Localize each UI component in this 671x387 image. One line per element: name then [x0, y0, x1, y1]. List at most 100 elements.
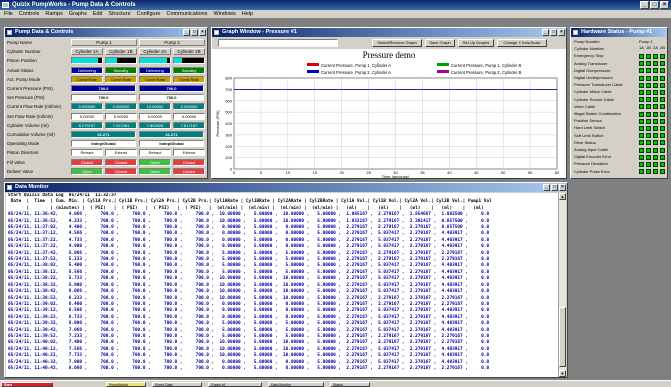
cylinder-value-field[interactable]: Open	[71, 167, 103, 175]
piston-position-fill	[106, 58, 117, 64]
pump-value-field[interactable]: Indep/Global	[139, 140, 204, 148]
taskbar-item[interactable]: Status	[330, 382, 370, 387]
status-led-icon	[646, 104, 651, 110]
menu-item-help[interactable]: Help	[242, 10, 253, 18]
menu-item-graphs[interactable]: Graphs	[69, 10, 87, 18]
taskbar-item[interactable]: PumpWorks	[106, 382, 146, 387]
status-led-icon	[639, 118, 644, 124]
cylinder-value-field: 7.227451	[105, 121, 137, 129]
scroll-down-arrow-icon[interactable]: ▼	[559, 370, 566, 377]
y-tick-label: 500	[225, 110, 232, 115]
status-led-icon	[653, 169, 658, 175]
minimize-button[interactable]: _	[543, 184, 550, 191]
cylinder-value-field[interactable]: Closed	[71, 158, 103, 166]
cylinder-value-field[interactable]: Open	[139, 167, 171, 175]
maximize-button[interactable]: □	[191, 29, 198, 36]
minimize-button[interactable]: _	[183, 29, 190, 36]
save-graph-button[interactable]: Save Graph	[425, 39, 455, 47]
close-button[interactable]: ×	[559, 184, 566, 191]
set-up-graphs-button[interactable]: Set Up Graphs	[458, 39, 494, 47]
pump-value-field[interactable]: Indep/Global	[71, 140, 136, 148]
cylinder-value-field[interactable]: 5.00000	[173, 112, 205, 120]
menu-item-ramps[interactable]: Ramps	[45, 10, 62, 18]
taskbar-item[interactable]: Data Monitor	[268, 382, 324, 387]
maximize-button[interactable]: □	[551, 184, 558, 191]
status-label: Digital Overpressure	[574, 67, 611, 73]
cylinder-value-field: Delivering	[139, 66, 171, 74]
cylinder-value-field[interactable]: 5.00000	[139, 112, 171, 120]
cylinder-value-field[interactable]: 5.00000	[105, 112, 137, 120]
scroll-thumb[interactable]	[559, 307, 566, 367]
data-log-header: Date | Time | Cum. Min. | Cyl1A Prs.| Cy…	[8, 199, 492, 205]
cylinder-value-field[interactable]: Const Rate	[173, 75, 205, 83]
close-button[interactable]: ×	[558, 29, 565, 36]
cylinder-value-field: 0.000000	[105, 103, 137, 111]
status-led-icon	[639, 161, 644, 167]
taskbar-item[interactable]: Pump Data	[152, 382, 202, 387]
status-led-icon	[639, 140, 644, 146]
pump-row-label: Actual Status	[7, 67, 34, 73]
cylinder-value-field[interactable]: Extend	[105, 149, 137, 157]
cylinder-value-field[interactable]: Closed	[105, 167, 137, 175]
menu-item-file[interactable]: File	[4, 10, 13, 18]
pump-row-label: Piston Direction	[7, 150, 39, 156]
select-remove-graph-button[interactable]: Select/Remove Graph	[372, 39, 422, 47]
cylinder-value-field[interactable]: Retract	[71, 149, 103, 157]
y-tick-label: 400	[225, 121, 232, 126]
pump-column-header: Pump 2	[139, 39, 205, 46]
menu-item-structure[interactable]: Structure	[108, 10, 130, 18]
cylinder-value-field[interactable]: Const Rate	[105, 75, 137, 83]
cylinder-value-field[interactable]: Extend	[173, 149, 205, 157]
cylinder-value-field: 5.000000	[71, 103, 103, 111]
status-led-icon	[646, 75, 651, 81]
maximize-button[interactable]: □	[550, 29, 557, 36]
pump-row-label: Current Flow Rate (ml/min)	[7, 104, 62, 110]
pump-row-label: Fill Valve	[7, 159, 25, 165]
maximize-button[interactable]: □	[650, 1, 659, 9]
cylinder-value-field[interactable]: Closed	[173, 167, 205, 175]
pump-value-field: 700.0	[139, 85, 204, 92]
status-led-icon	[639, 89, 644, 95]
cylinder-value-field[interactable]: Open	[139, 158, 171, 166]
cylinder-value-field[interactable]: Const Rate	[71, 75, 103, 83]
menu-item-configure[interactable]: Configure	[137, 10, 161, 18]
change-y-axis-button[interactable]: Change Y Axis/Scale	[497, 39, 547, 47]
data-log-scrollbar[interactable]: ▲ ▼	[558, 193, 566, 377]
menu-item-edit[interactable]: Edit	[93, 10, 102, 18]
status-led-icon	[646, 125, 651, 131]
minimize-button[interactable]: _	[542, 29, 549, 36]
menu-item-communications[interactable]: Communications	[167, 10, 208, 18]
cylinder-value-field[interactable]: Closed	[105, 158, 137, 166]
cylinder-value-field[interactable]: Closed	[173, 158, 205, 166]
y-tick-label: 100	[225, 155, 232, 160]
status-led-icon	[660, 133, 665, 139]
status-led-icon	[646, 68, 651, 74]
close-button[interactable]: ×	[660, 1, 669, 9]
x-tick-label: 45	[474, 170, 479, 175]
scroll-up-arrow-icon[interactable]: ▲	[559, 193, 566, 200]
cylinder-value-field: 8.279767	[71, 121, 103, 129]
minimize-button[interactable]: _	[640, 1, 649, 9]
close-button[interactable]: ×	[199, 29, 206, 36]
menu-item-windows[interactable]: Windows	[213, 10, 235, 18]
piston-position-fill	[72, 58, 98, 64]
cylinder-value-field[interactable]: 5.00000	[71, 112, 103, 120]
pump-row-label: Operating Mode	[7, 141, 40, 147]
status-led-icon	[646, 53, 651, 59]
status-led-icon	[646, 61, 651, 67]
status-led-icon	[660, 68, 665, 74]
taskbar-item[interactable]: Graph #1	[208, 382, 262, 387]
cylinder-value-field[interactable]: Retract	[139, 149, 171, 157]
status-led-icon	[660, 89, 665, 95]
data-log-text[interactable]: Start Quizix Data Log 05/24/11 11:32:37 …	[6, 193, 558, 377]
pump-value-field[interactable]: 700.0	[71, 94, 136, 102]
pump-value-field[interactable]: 700.0	[139, 94, 204, 102]
cylinder-value-field[interactable]: Const Rate	[139, 75, 171, 83]
legend-swatch	[307, 70, 319, 73]
start-button[interactable]: Start	[1, 382, 53, 387]
legend-label: Current Pressure, Pump 1, Cylinder A	[321, 63, 391, 68]
menu-item-controls[interactable]: Controls	[19, 10, 39, 18]
graph-toolbar: Select/Remove Graph Save Graph Set Up Gr…	[212, 37, 566, 49]
graph-name-input[interactable]	[218, 39, 338, 47]
legend-label: Current Pressure, Pump 2, Cylinder A	[321, 70, 391, 75]
